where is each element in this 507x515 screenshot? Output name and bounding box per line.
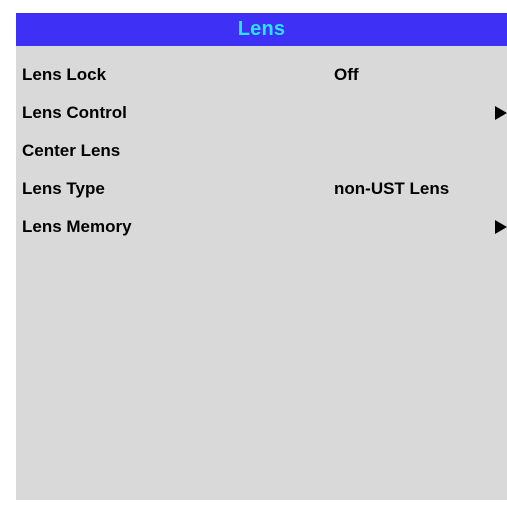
menu-item-lens-type[interactable]: Lens Type non-UST Lens	[16, 170, 507, 208]
submenu-arrow-icon	[495, 106, 507, 120]
menu-item-label: Lens Lock	[22, 65, 107, 84]
menu-item-label: Lens Type	[22, 179, 105, 198]
menu-list: Lens Lock Off Lens Control Center Lens L…	[16, 56, 507, 246]
menu-item-label: Lens Memory	[22, 217, 132, 236]
menu-item-value: non-UST Lens	[334, 179, 450, 198]
menu-item-lens-control[interactable]: Lens Control	[16, 94, 507, 132]
menu-title: Lens	[237, 18, 286, 40]
menu-item-center-lens[interactable]: Center Lens	[16, 132, 507, 170]
menu-item-label: Lens Control	[22, 103, 127, 122]
menu-item-label: Center Lens	[22, 141, 121, 160]
menu-title-bar: Lens	[16, 13, 507, 46]
submenu-arrow-icon	[495, 220, 507, 234]
lens-menu-panel: Lens Lens Lock Off Lens Control Center L…	[16, 13, 507, 500]
menu-item-value: Off	[334, 65, 359, 84]
menu-item-lens-lock[interactable]: Lens Lock Off	[16, 56, 507, 94]
menu-item-lens-memory[interactable]: Lens Memory	[16, 208, 507, 246]
